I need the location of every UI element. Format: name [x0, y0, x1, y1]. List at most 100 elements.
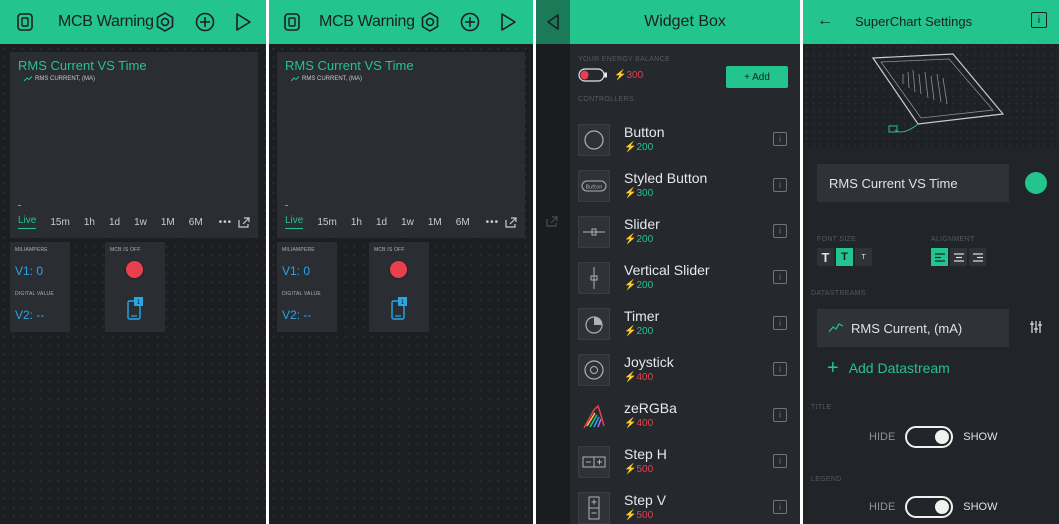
add-widget-icon[interactable] — [194, 11, 216, 33]
info-icon[interactable]: i — [773, 454, 787, 468]
range-1d[interactable]: 1d — [376, 217, 387, 228]
expand-icon[interactable] — [238, 216, 250, 228]
font-size-medium[interactable]: T — [836, 248, 853, 266]
info-icon[interactable]: i — [773, 132, 787, 146]
widget-item-zergba[interactable]: zeRGBa ⚡400 i — [578, 398, 798, 438]
mcb-label: MCB IS OFF — [374, 247, 405, 253]
widget-item-slider[interactable]: Slider ⚡200 i — [578, 214, 798, 254]
range-1m[interactable]: 1M — [428, 217, 442, 228]
superchart-widget[interactable]: RMS Current VS Time RMS CURRENT, (MA) Li… — [10, 52, 258, 238]
chart-title-input[interactable]: RMS Current VS Time — [817, 164, 1009, 202]
expand-icon — [546, 216, 558, 227]
close-widget-box[interactable] — [536, 0, 570, 44]
chart-legend: RMS CURRENT, (MA) — [24, 76, 95, 82]
digital-label: DIGITAL VALUE — [15, 291, 54, 297]
info-icon[interactable]: i — [773, 500, 787, 514]
mcb-led-widget[interactable]: MCB IS OFF — [369, 242, 429, 288]
widget-price: ⚡300 — [624, 188, 654, 199]
play-icon[interactable] — [232, 11, 254, 33]
vertical-slider-icon — [578, 262, 610, 294]
font-size-large[interactable]: T — [817, 248, 834, 266]
align-center-icon[interactable] — [950, 248, 967, 266]
back-arrow-icon[interactable]: ← — [817, 12, 833, 30]
device-selector-widget[interactable]: 1 — [105, 286, 165, 332]
tune-icon[interactable] — [1029, 320, 1043, 334]
settings-icon[interactable] — [419, 11, 441, 33]
font-size-selector: T T T — [817, 248, 872, 266]
font-size-small[interactable]: T — [855, 248, 872, 266]
led-indicator — [126, 261, 143, 278]
widget-item-timer[interactable]: Timer ⚡200 i — [578, 306, 798, 346]
mcb-led-widget[interactable]: MCB IS OFF — [105, 242, 165, 288]
range-1h[interactable]: 1h — [351, 217, 362, 228]
dashboard-top-bar: MCB Warning — [0, 0, 266, 44]
alignment-selector — [931, 248, 986, 266]
digital-value-display[interactable]: DIGITAL VALUE V2: -- — [10, 286, 70, 332]
slider-icon — [578, 216, 610, 248]
widget-item-joystick[interactable]: Joystick ⚡400 i — [578, 352, 798, 392]
widget-price: ⚡500 — [624, 464, 654, 475]
settings-title: SuperChart Settings — [855, 14, 973, 29]
device-icon[interactable] — [14, 11, 36, 33]
info-icon[interactable]: i — [773, 224, 787, 238]
dashboard-canvas: RMS Current VS Time RMS CURRENT, (MA) Li… — [0, 44, 266, 524]
tablet-chart-illustration-icon — [871, 53, 1005, 133]
info-icon[interactable]: i — [773, 316, 787, 330]
widget-box-title: Widget Box — [570, 0, 800, 44]
time-range-selector: Live 15m 1h 1d 1w 1M 6M ••• — [18, 215, 252, 229]
expand-icon[interactable] — [505, 216, 517, 228]
range-1w[interactable]: 1w — [401, 217, 414, 228]
widget-price: ⚡400 — [624, 372, 654, 383]
info-icon[interactable]: i — [773, 270, 787, 284]
more-options-icon[interactable]: ••• — [486, 217, 500, 228]
range-live[interactable]: Live — [285, 215, 304, 229]
controllers-section-label: CONTROLLERS — [578, 96, 634, 103]
widget-item-step-h[interactable]: Step H ⚡500 i — [578, 444, 798, 484]
show-label: SHOW — [963, 501, 998, 513]
device-icon[interactable] — [281, 11, 303, 33]
superchart-widget[interactable]: RMS Current VS Time RMS CURRENT, (MA) Li… — [277, 52, 525, 238]
title-visibility-toggle: HIDE SHOW — [869, 426, 998, 448]
range-live[interactable]: Live — [18, 215, 37, 229]
add-datastream-button[interactable]: + Add Datastream — [827, 358, 950, 378]
settings-icon[interactable] — [154, 11, 176, 33]
range-15m[interactable]: 15m — [317, 217, 336, 228]
info-icon[interactable]: i — [773, 362, 787, 376]
info-icon[interactable]: i — [773, 408, 787, 422]
range-1d[interactable]: 1d — [109, 217, 120, 228]
legend-switch[interactable] — [905, 496, 954, 518]
info-icon[interactable]: i — [1031, 12, 1047, 28]
dimmed-dashboard[interactable] — [536, 0, 570, 524]
add-energy-button[interactable]: + Add — [726, 66, 788, 88]
range-6m[interactable]: 6M — [189, 217, 203, 228]
more-options-icon[interactable]: ••• — [219, 217, 233, 228]
line-series-icon — [24, 76, 32, 82]
align-left-icon[interactable] — [931, 248, 948, 266]
digital-value-display[interactable]: DIGITAL VALUE V2: -- — [277, 286, 337, 332]
play-icon[interactable] — [497, 11, 519, 33]
dashboard-top-bar: MCB Warning — [269, 0, 533, 44]
device-selector-widget[interactable]: 1 — [369, 286, 429, 332]
datastream-item[interactable]: RMS Current, (mA) — [817, 309, 1009, 347]
dashboard-panel-1: MCB Warning RMS Current VS Time RMS CURR… — [0, 0, 266, 524]
title-switch[interactable] — [905, 426, 954, 448]
zebra-icon — [578, 400, 610, 432]
range-1h[interactable]: 1h — [84, 217, 95, 228]
range-1w[interactable]: 1w — [134, 217, 147, 228]
widget-item-step-v[interactable]: Step V ⚡500 i — [578, 490, 798, 524]
range-1m[interactable]: 1M — [161, 217, 175, 228]
range-15m[interactable]: 15m — [50, 217, 69, 228]
widget-item-vertical-slider[interactable]: Vertical Slider ⚡200 i — [578, 260, 798, 300]
widget-item-styled-button[interactable]: Button Styled Button ⚡300 i — [578, 168, 798, 208]
svg-text:Button: Button — [586, 185, 603, 191]
info-icon[interactable]: i — [773, 178, 787, 192]
title-color-picker[interactable] — [1025, 172, 1047, 194]
align-right-icon[interactable] — [969, 248, 986, 266]
svg-text:1: 1 — [137, 299, 141, 306]
range-6m[interactable]: 6M — [456, 217, 470, 228]
milliampere-display[interactable]: MILIAMPERE V1: 0 — [10, 242, 70, 288]
milliampere-display[interactable]: MILIAMPERE V1: 0 — [277, 242, 337, 288]
add-widget-icon[interactable] — [459, 11, 481, 33]
step-v-icon — [578, 492, 610, 524]
widget-item-button[interactable]: Button ⚡200 i — [578, 122, 798, 162]
